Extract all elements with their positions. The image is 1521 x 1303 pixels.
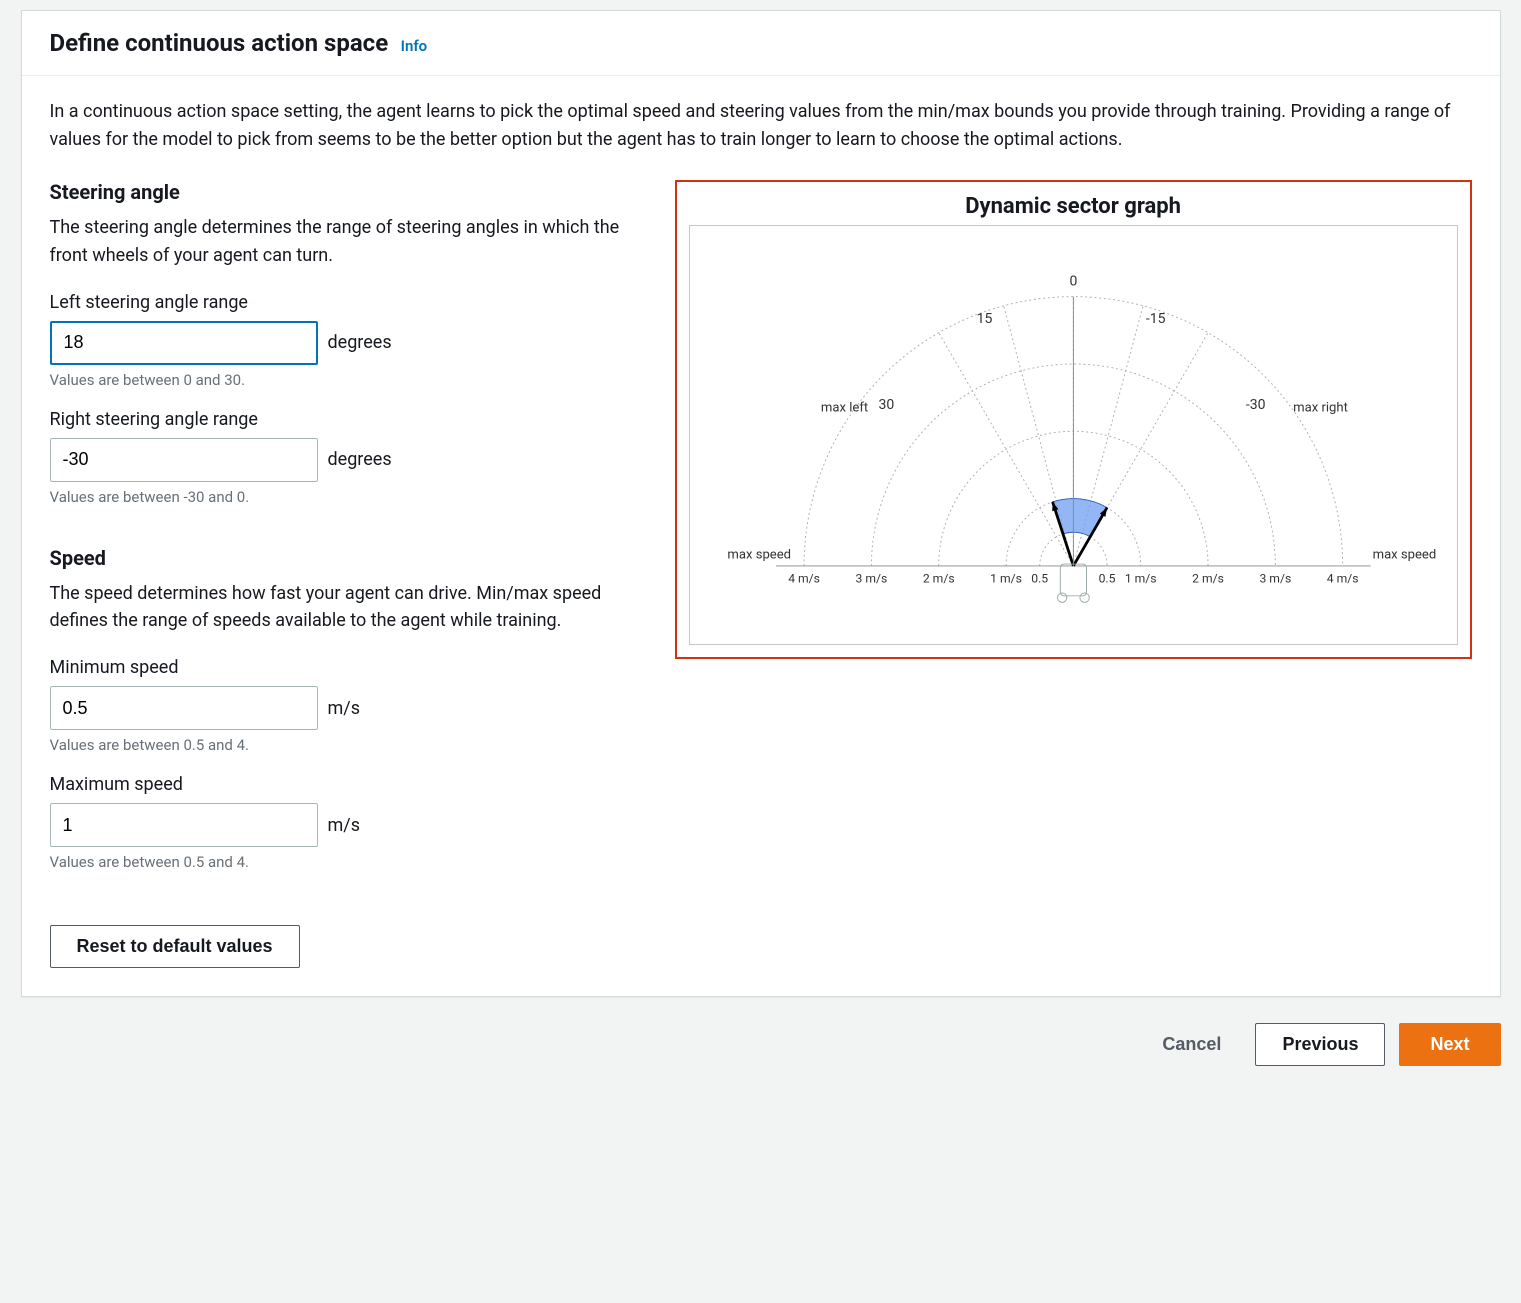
max-speed-hint: Values are between 0.5 and 4. (50, 853, 647, 871)
info-link[interactable]: Info (401, 37, 428, 55)
page-title: Define continuous action space (50, 29, 389, 57)
left-steering-input[interactable] (50, 321, 318, 365)
svg-text:3 m/s: 3 m/s (855, 572, 887, 586)
right-steering-unit: degrees (328, 449, 392, 470)
svg-text:max speed: max speed (1372, 547, 1436, 562)
reset-button[interactable]: Reset to default values (50, 925, 300, 968)
form-column: Steering angle The steering angle determ… (50, 180, 647, 969)
next-button[interactable]: Next (1399, 1023, 1500, 1066)
cancel-button[interactable]: Cancel (1142, 1024, 1241, 1065)
min-speed-label: Minimum speed (50, 657, 647, 678)
svg-text:-30: -30 (1246, 397, 1266, 413)
left-steering-unit: degrees (328, 332, 392, 353)
svg-text:max left: max left (821, 400, 868, 415)
max-speed-input[interactable] (50, 803, 318, 847)
right-steering-input[interactable] (50, 438, 318, 482)
diagram-box: Dynamic sector graph 30 15 0 -15 -30 max left… (675, 180, 1472, 659)
svg-text:0: 0 (1069, 273, 1077, 289)
svg-text:4 m/s: 4 m/s (788, 572, 820, 586)
diagram-column: Dynamic sector graph 30 15 0 -15 -30 max left… (675, 180, 1472, 969)
svg-text:max right: max right (1293, 400, 1348, 415)
steering-desc: The steering angle determines the range … (50, 214, 647, 270)
left-steering-label: Left steering angle range (50, 292, 647, 313)
speed-desc: The speed determines how fast your agent… (50, 580, 647, 636)
svg-text:-15: -15 (1146, 311, 1166, 327)
right-steering-hint: Values are between -30 and 0. (50, 488, 647, 506)
svg-text:max speed: max speed (727, 547, 791, 562)
steering-heading: Steering angle (50, 180, 647, 204)
max-speed-label: Maximum speed (50, 774, 647, 795)
svg-text:2 m/s: 2 m/s (923, 572, 955, 586)
svg-text:30: 30 (878, 397, 894, 413)
svg-text:0.5: 0.5 (1098, 572, 1115, 586)
diagram-inner: 30 15 0 -15 -30 max left max right max speed max… (689, 225, 1458, 645)
card-header: Define continuous action space Info (22, 11, 1500, 76)
speed-heading: Speed (50, 546, 647, 570)
min-speed-unit: m/s (328, 698, 361, 719)
left-steering-hint: Values are between 0 and 30. (50, 371, 647, 389)
footer-actions: Cancel Previous Next (21, 1023, 1501, 1066)
action-space-card: Define continuous action space Info In a… (21, 10, 1501, 997)
max-speed-unit: m/s (328, 815, 361, 836)
intro-text: In a continuous action space setting, th… (50, 98, 1472, 154)
right-steering-label: Right steering angle range (50, 409, 647, 430)
sector-graph: 30 15 0 -15 -30 max left max right max speed max… (690, 226, 1457, 644)
svg-text:4 m/s: 4 m/s (1327, 572, 1359, 586)
svg-text:15: 15 (976, 311, 992, 327)
svg-text:1 m/s: 1 m/s (990, 572, 1022, 586)
svg-text:1 m/s: 1 m/s (1125, 572, 1157, 586)
svg-text:2 m/s: 2 m/s (1192, 572, 1224, 586)
min-speed-hint: Values are between 0.5 and 4. (50, 736, 647, 754)
svg-text:0.5: 0.5 (1031, 572, 1048, 586)
min-speed-input[interactable] (50, 686, 318, 730)
card-body: In a continuous action space setting, th… (22, 76, 1500, 996)
previous-button[interactable]: Previous (1255, 1023, 1385, 1066)
svg-text:3 m/s: 3 m/s (1259, 572, 1291, 586)
diagram-title: Dynamic sector graph (689, 194, 1458, 219)
